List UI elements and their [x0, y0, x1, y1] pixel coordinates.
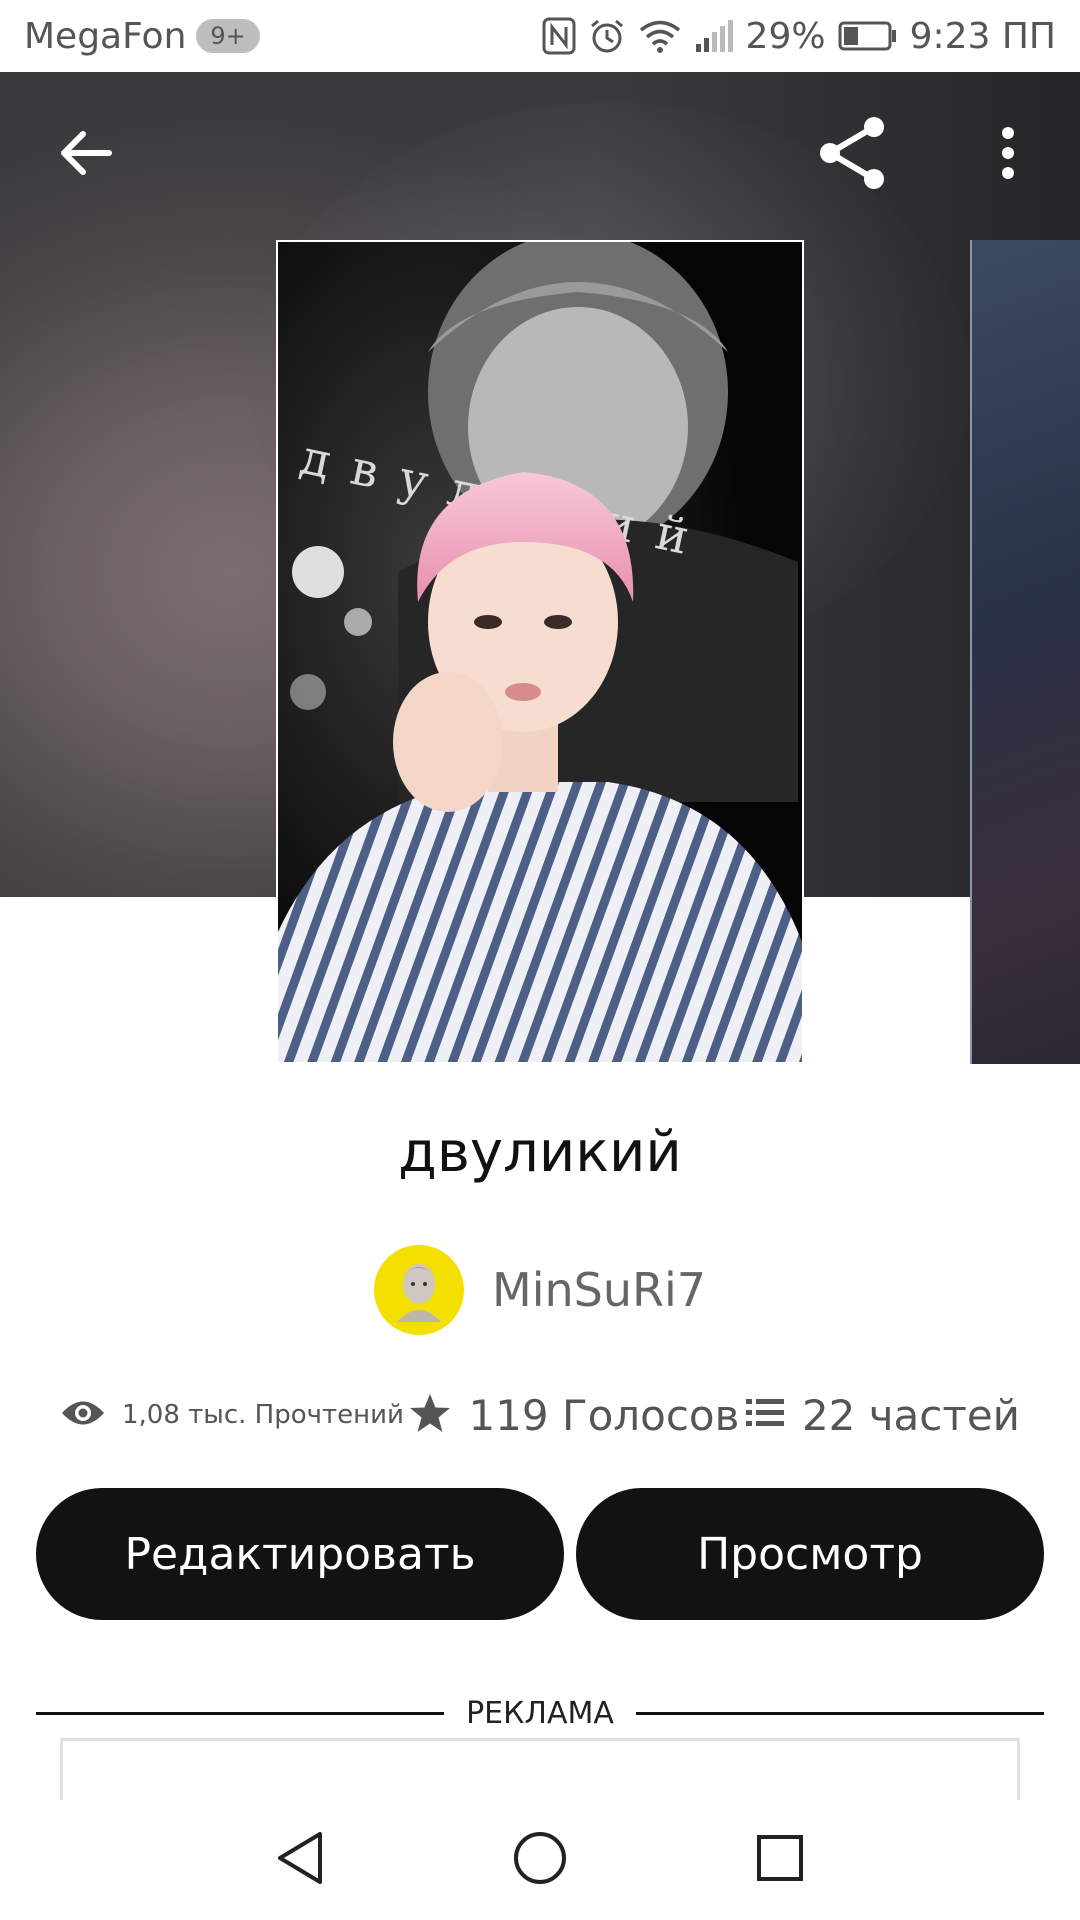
reads-count: 1,08 тыс. Прочтений: [122, 1400, 404, 1430]
status-bar: MegaFon 9+ 29% 9:23 ПП: [0, 0, 1080, 72]
edit-button[interactable]: Редактировать: [36, 1488, 564, 1620]
system-navigation-bar: [0, 1800, 1080, 1920]
avatar[interactable]: [374, 1245, 464, 1335]
story-details-screen: MegaFon 9+ 29% 9:23 ПП двуликий MinSuRi7…: [0, 0, 1080, 1920]
reads-stat: 1,08 тыс. Прочтений: [60, 1396, 404, 1434]
parts-count[interactable]: 22 частей: [802, 1391, 1020, 1440]
recents-square-icon: [755, 1833, 805, 1887]
back-arrow-icon: [57, 128, 113, 182]
alarm-icon: [588, 17, 626, 55]
notification-count-badge: 9+: [196, 19, 260, 53]
cover-artwork: двуликий: [278, 242, 802, 1062]
story-cover-image[interactable]: двуликий: [276, 240, 804, 1064]
list-icon: [744, 1396, 786, 1434]
votes-stat: 119 Голосов: [408, 1391, 739, 1440]
divider-line-left: [36, 1711, 445, 1715]
divider-line-right: [635, 1711, 1044, 1715]
nav-recents-button[interactable]: [735, 1815, 825, 1905]
nfc-icon: [542, 17, 576, 55]
star-icon: [408, 1392, 452, 1438]
home-circle-icon: [512, 1830, 568, 1890]
status-time: 9:23 ПП: [909, 15, 1056, 57]
carrier-name: MegaFon: [24, 15, 187, 57]
nav-back-button[interactable]: [255, 1815, 345, 1905]
nav-home-button[interactable]: [495, 1815, 585, 1905]
more-options-button[interactable]: [958, 105, 1058, 205]
ad-divider: РЕКЛАМА: [36, 1688, 1044, 1738]
story-actions: Редактировать Просмотр: [36, 1488, 1044, 1620]
view-button[interactable]: Просмотр: [576, 1488, 1044, 1620]
next-story-cover[interactable]: [970, 240, 1080, 1064]
share-icon: [814, 115, 890, 195]
share-button[interactable]: [802, 105, 902, 205]
battery-percentage: 29%: [745, 15, 826, 57]
signal-icon: [694, 18, 734, 54]
parts-stat[interactable]: 22 частей: [744, 1391, 1020, 1440]
author-name[interactable]: MinSuRi7: [492, 1263, 706, 1317]
battery-icon: [838, 20, 898, 52]
wifi-icon: [638, 18, 682, 54]
eye-icon: [60, 1396, 106, 1434]
author-row[interactable]: MinSuRi7: [0, 1240, 1080, 1340]
status-icons: 29% 9:23 ПП: [542, 16, 1056, 57]
back-triangle-icon: [274, 1830, 326, 1890]
more-vertical-icon: [998, 125, 1018, 185]
story-stats: 1,08 тыс. Прочтений 119 Голосов 22 часте…: [60, 1380, 1020, 1450]
back-button[interactable]: [35, 105, 135, 205]
story-title: двуликий: [398, 1120, 682, 1185]
ad-label: РЕКЛАМА: [466, 1695, 614, 1731]
votes-count: 119 Голосов: [468, 1390, 740, 1440]
